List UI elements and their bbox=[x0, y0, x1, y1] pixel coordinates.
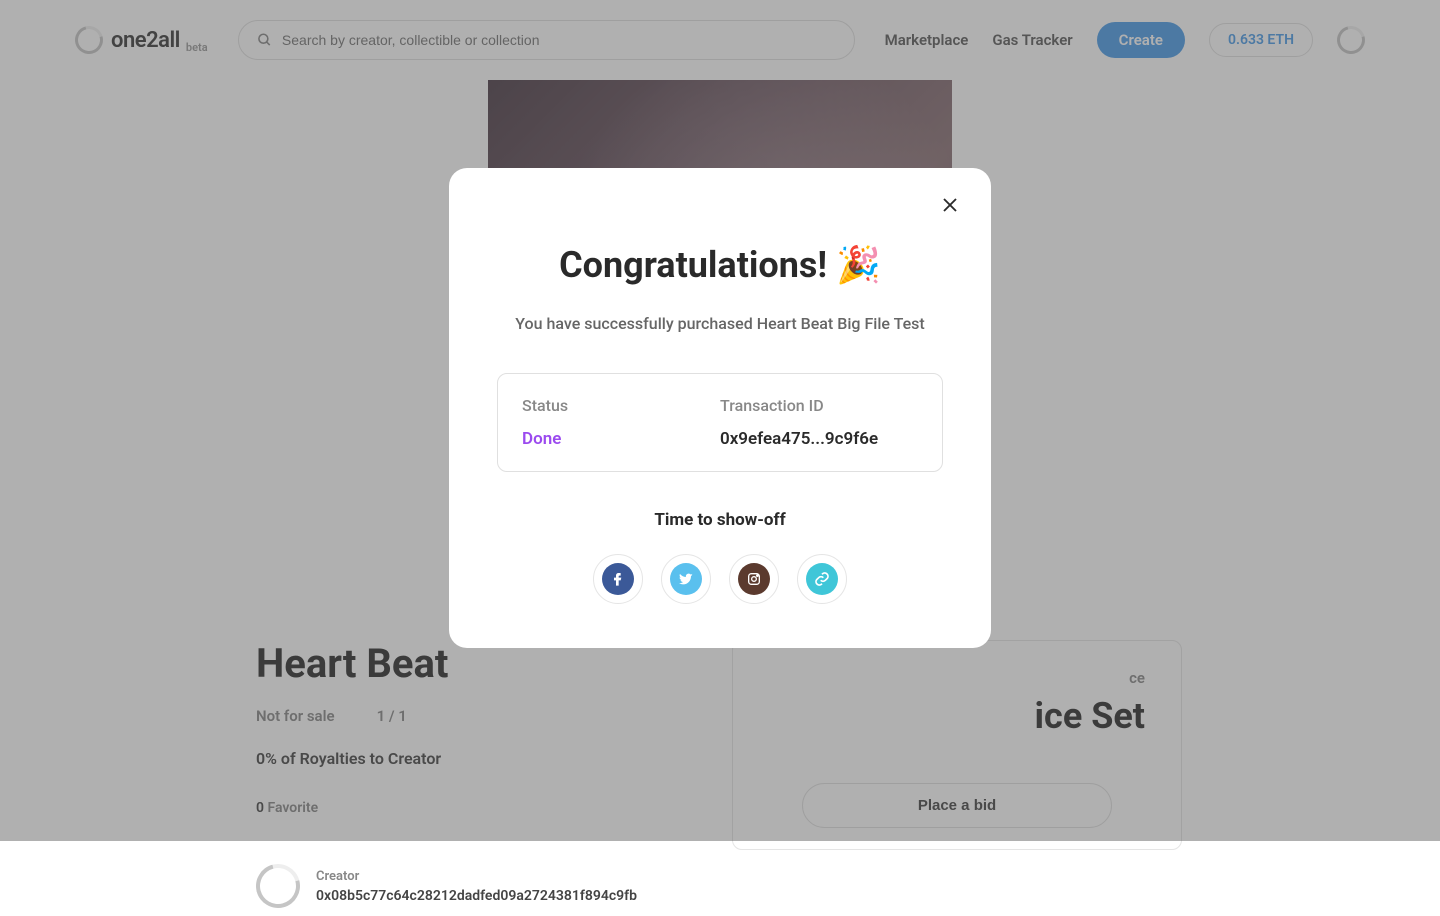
social-share-row bbox=[497, 554, 943, 604]
link-icon bbox=[806, 563, 838, 595]
copy-link-button[interactable] bbox=[797, 554, 847, 604]
facebook-icon bbox=[602, 563, 634, 595]
status-label: Status bbox=[522, 396, 720, 415]
instagram-icon bbox=[738, 563, 770, 595]
purchase-success-modal: Congratulations! 🎉 You have successfully… bbox=[449, 168, 991, 648]
creator-row: Creator 0x08b5c77c64c28212dadfed09a27243… bbox=[256, 864, 1180, 908]
share-instagram-button[interactable] bbox=[729, 554, 779, 604]
close-icon bbox=[941, 196, 959, 214]
transaction-column: Transaction ID 0x9efea475...9c9f6e bbox=[720, 396, 918, 449]
creator-info: Creator 0x08b5c77c64c28212dadfed09a27243… bbox=[316, 869, 637, 904]
modal-close-button[interactable] bbox=[935, 190, 965, 224]
transaction-status-box: Status Done Transaction ID 0x9efea475...… bbox=[497, 373, 943, 472]
creator-address: 0x08b5c77c64c28212dadfed09a2724381f894c9… bbox=[316, 888, 637, 904]
share-facebook-button[interactable] bbox=[593, 554, 643, 604]
transaction-id-value: 0x9efea475...9c9f6e bbox=[720, 429, 918, 449]
modal-subtitle: You have successfully purchased Heart Be… bbox=[497, 314, 943, 333]
showoff-text: Time to show-off bbox=[497, 510, 943, 530]
status-column: Status Done bbox=[522, 396, 720, 449]
transaction-id-label: Transaction ID bbox=[720, 396, 918, 415]
modal-title: Congratulations! 🎉 bbox=[497, 244, 943, 286]
creator-avatar-icon bbox=[248, 856, 308, 916]
status-value: Done bbox=[522, 429, 720, 449]
creator-label: Creator bbox=[316, 869, 637, 884]
share-twitter-button[interactable] bbox=[661, 554, 711, 604]
twitter-icon bbox=[670, 563, 702, 595]
